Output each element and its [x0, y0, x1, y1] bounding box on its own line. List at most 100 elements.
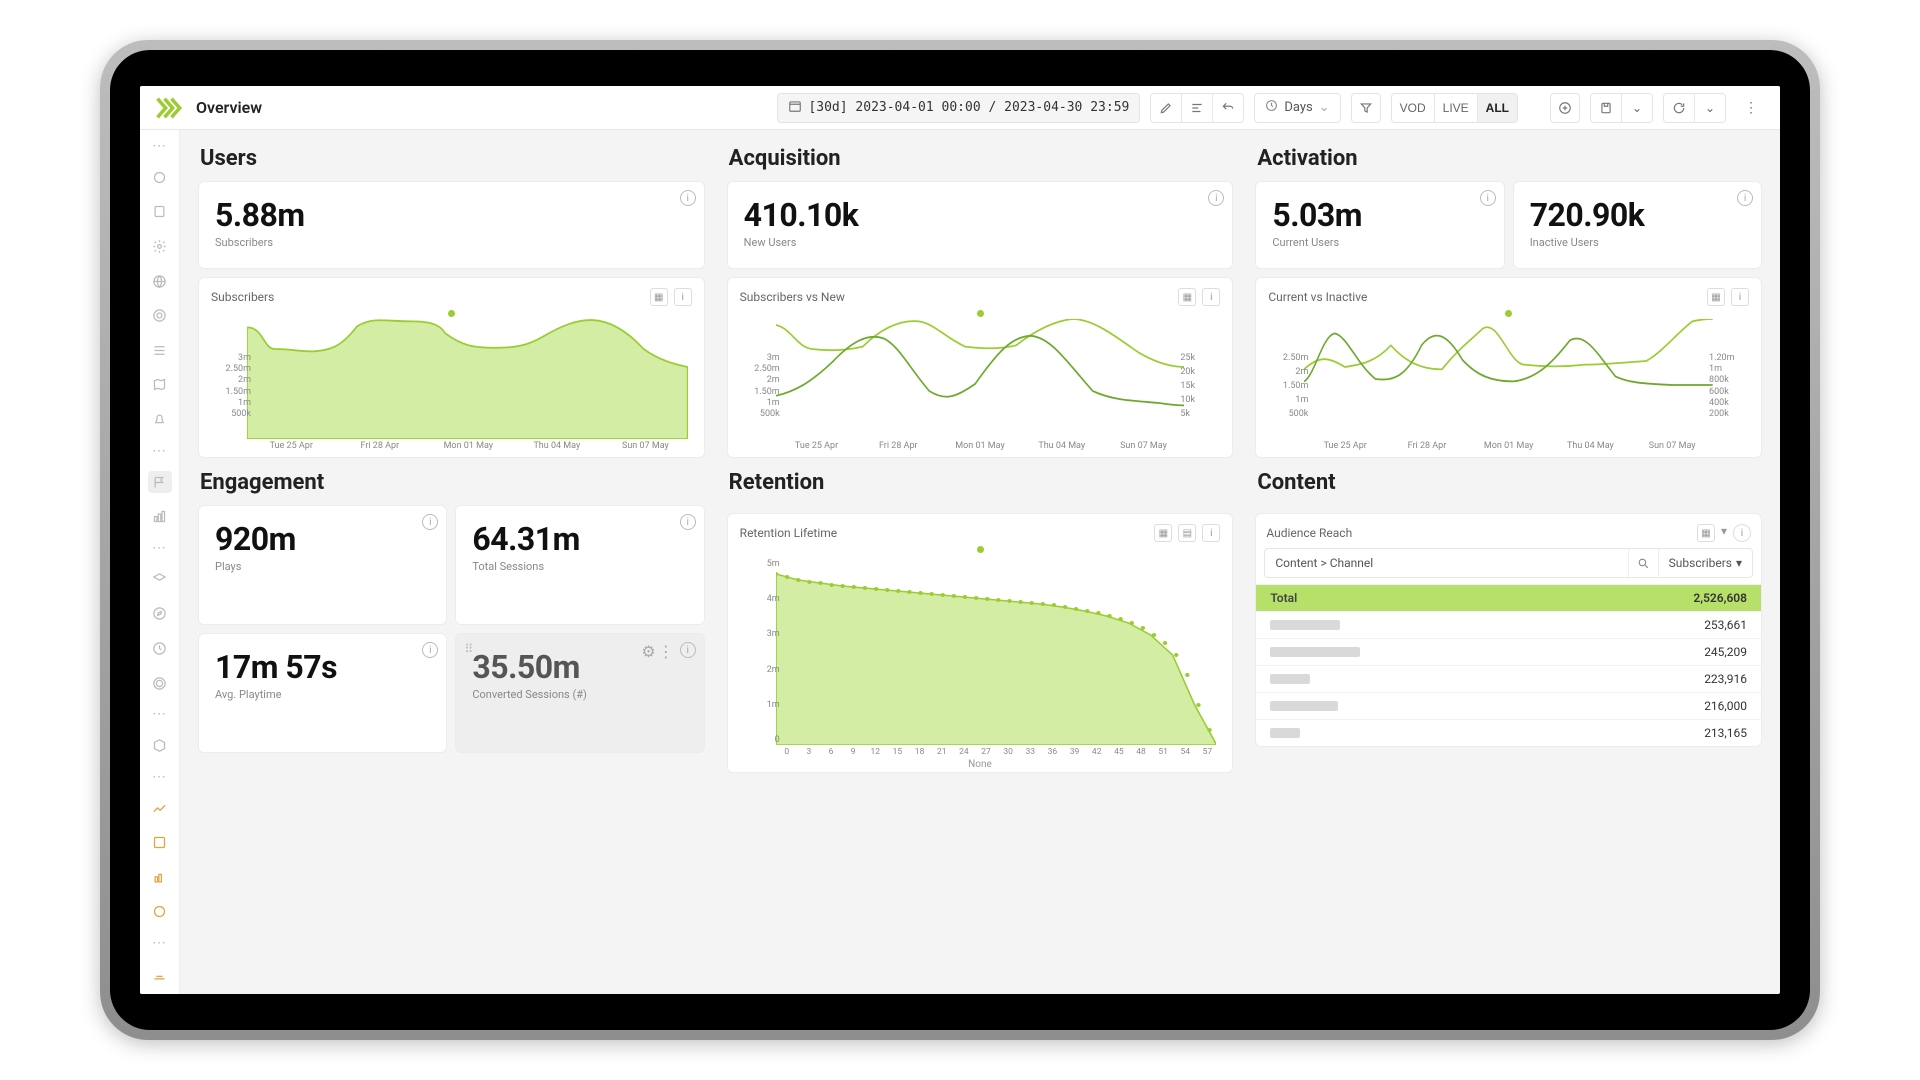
retention-chart-card[interactable]: Retention Lifetime ▦▤i 5m4m3m2m1m0: [727, 513, 1234, 773]
info-icon[interactable]: i: [1202, 524, 1220, 542]
dropdown-icon[interactable]: ▾: [1721, 524, 1727, 542]
acquisition-kpi-label: New Users: [744, 236, 1217, 249]
y-axis-left: 2.50m2m1.50m1m500k: [1274, 353, 1308, 419]
sidebar-radar-icon[interactable]: [148, 672, 172, 695]
current-users-card[interactable]: i 5.03m Current Users: [1255, 181, 1504, 269]
brand-logo[interactable]: [154, 94, 182, 122]
app-screen: Overview [30d] 2023-04-01 00:00 / 2023-0…: [140, 86, 1780, 994]
sidebar-item-1[interactable]: [148, 166, 172, 189]
sidebar-bottom-icon[interactable]: [148, 963, 172, 986]
current-users-label: Current Users: [1272, 236, 1487, 249]
info-icon[interactable]: i: [1731, 288, 1749, 306]
info-icon[interactable]: i: [674, 288, 692, 306]
total-value: 2,526,608: [1693, 591, 1747, 605]
align-button[interactable]: [1182, 94, 1213, 122]
users-kpi-card[interactable]: i 5.88m Subscribers: [198, 181, 705, 269]
redacted-label: [1270, 620, 1340, 630]
row-value: 253,661: [1704, 618, 1747, 632]
acquisition-kpi-card[interactable]: i 410.10k New Users: [727, 181, 1234, 269]
sessions-value: 64.31m: [472, 520, 687, 558]
y-axis-ticks: 3m2.50m2m1.50m1m500k: [217, 353, 251, 419]
sidebar-orange-1[interactable]: [148, 797, 172, 820]
add-button[interactable]: [1550, 93, 1580, 123]
calendar-icon[interactable]: ▦: [1154, 524, 1172, 542]
inactive-users-card[interactable]: i 720.90k Inactive Users: [1513, 181, 1762, 269]
calendar-icon[interactable]: ▦: [1178, 288, 1196, 306]
info-icon[interactable]: i: [1208, 190, 1224, 206]
vod-toggle[interactable]: VOD: [1392, 94, 1435, 122]
heatmap-icon[interactable]: ▤: [1178, 524, 1196, 542]
acquisition-section: Acquisition i 410.10k New Users Subscrib…: [727, 144, 1234, 458]
subs-vs-new-chart-card[interactable]: Subscribers vs New ▦i 3m2.50m2m1.50m1m50…: [727, 277, 1234, 458]
sort-dropdown[interactable]: Subscribers▾: [1658, 549, 1752, 577]
sidebar-group-dots-5: ⋯: [152, 769, 167, 785]
current-users-value: 5.03m: [1272, 196, 1487, 234]
info-icon[interactable]: i: [680, 190, 696, 206]
filter-button[interactable]: [1351, 93, 1381, 123]
plays-card[interactable]: i 920m Plays: [198, 505, 447, 625]
sidebar-clock-icon[interactable]: [148, 637, 172, 660]
sessions-card[interactable]: i 64.31m Total Sessions: [455, 505, 704, 625]
sidebar-list-icon[interactable]: [148, 339, 172, 362]
current-vs-inactive-chart-card[interactable]: Current vs Inactive ▦i 2.50m2m1.50m1m500…: [1255, 277, 1762, 458]
sidebar-gear-icon[interactable]: [148, 235, 172, 258]
sidebar: ⋯ ⋯ ⋯ ⋯ ⋯ ⋯: [140, 130, 180, 994]
sidebar-compass-icon[interactable]: [148, 603, 172, 626]
sidebar-bell-icon[interactable]: [148, 408, 172, 431]
sidebar-layers-icon[interactable]: [148, 568, 172, 591]
sidebar-cube-icon[interactable]: [148, 734, 172, 757]
table-row[interactable]: 216,000: [1256, 692, 1761, 719]
info-icon[interactable]: i: [1480, 190, 1496, 206]
refresh-button[interactable]: [1664, 94, 1695, 122]
sidebar-target-icon[interactable]: [148, 304, 172, 327]
subscribers-chart-card[interactable]: Subscribers ▦ i 3m2.50m2m1.50m1m500k: [198, 277, 705, 458]
acquisition-title: Acquisition: [729, 146, 1234, 171]
sidebar-map-icon[interactable]: [148, 374, 172, 397]
info-icon[interactable]: i: [422, 514, 438, 530]
date-range-picker[interactable]: [30d] 2023-04-01 00:00 / 2023-04-30 23:5…: [777, 93, 1140, 123]
calendar-icon[interactable]: ▦: [650, 288, 668, 306]
sidebar-chart-icon[interactable]: [148, 505, 172, 528]
row-value: 216,000: [1704, 699, 1747, 713]
converted-sessions-card[interactable]: ⠿ ⚙ ⋮ i 35.50m Converted Sessions (#): [455, 633, 704, 753]
sidebar-globe-icon[interactable]: [148, 270, 172, 293]
live-toggle[interactable]: LIVE: [1435, 94, 1478, 122]
calendar-icon[interactable]: ▦: [1697, 524, 1715, 542]
edit-button[interactable]: [1151, 94, 1182, 122]
info-icon[interactable]: i: [1733, 524, 1751, 542]
table-row[interactable]: 245,209: [1256, 638, 1761, 665]
refresh-dropdown[interactable]: ⌄: [1695, 94, 1725, 122]
sidebar-orange-4[interactable]: [148, 901, 172, 924]
info-icon[interactable]: i: [680, 514, 696, 530]
sidebar-flag-icon[interactable]: [148, 471, 172, 494]
save-dropdown[interactable]: ⌄: [1622, 94, 1652, 122]
sidebar-item-2[interactable]: [148, 201, 172, 224]
info-icon[interactable]: i: [1202, 288, 1220, 306]
avg-playtime-card[interactable]: i 17m 57s Avg. Playtime: [198, 633, 447, 753]
retention-chart-title: Retention Lifetime: [740, 526, 837, 540]
search-icon[interactable]: [1628, 549, 1658, 577]
content-section: Content Audience Reach ▦▾i Content > Cha…: [1255, 468, 1762, 773]
sidebar-orange-2[interactable]: [148, 832, 172, 855]
table-row[interactable]: 253,661: [1256, 611, 1761, 638]
calendar-icon[interactable]: ▦: [1707, 288, 1725, 306]
x-axis-ticks: 036912151821242730333639424548515457: [740, 745, 1221, 757]
info-icon[interactable]: i: [680, 642, 696, 658]
gear-icon[interactable]: ⚙: [641, 642, 655, 661]
table-row[interactable]: 213,165: [1256, 719, 1761, 746]
kebab-icon[interactable]: ⋮: [658, 642, 674, 661]
avg-playtime-label: Avg. Playtime: [215, 688, 430, 701]
all-toggle[interactable]: ALL: [1478, 94, 1517, 122]
table-row[interactable]: 223,916: [1256, 665, 1761, 692]
table-row-total[interactable]: Total 2,526,608: [1256, 584, 1761, 611]
sidebar-orange-3[interactable]: [148, 866, 172, 889]
more-button[interactable]: ⋮: [1736, 93, 1766, 123]
drag-handle-icon[interactable]: ⠿: [464, 642, 474, 656]
filter-breadcrumb[interactable]: Content > Channel: [1265, 550, 1627, 576]
granularity-select[interactable]: Days ⌄: [1254, 93, 1340, 123]
info-icon[interactable]: i: [1737, 190, 1753, 206]
save-button[interactable]: [1591, 94, 1622, 122]
undo-button[interactable]: [1213, 94, 1243, 122]
date-range-text: [30d] 2023-04-01 00:00 / 2023-04-30 23:5…: [808, 100, 1129, 115]
info-icon[interactable]: i: [422, 642, 438, 658]
